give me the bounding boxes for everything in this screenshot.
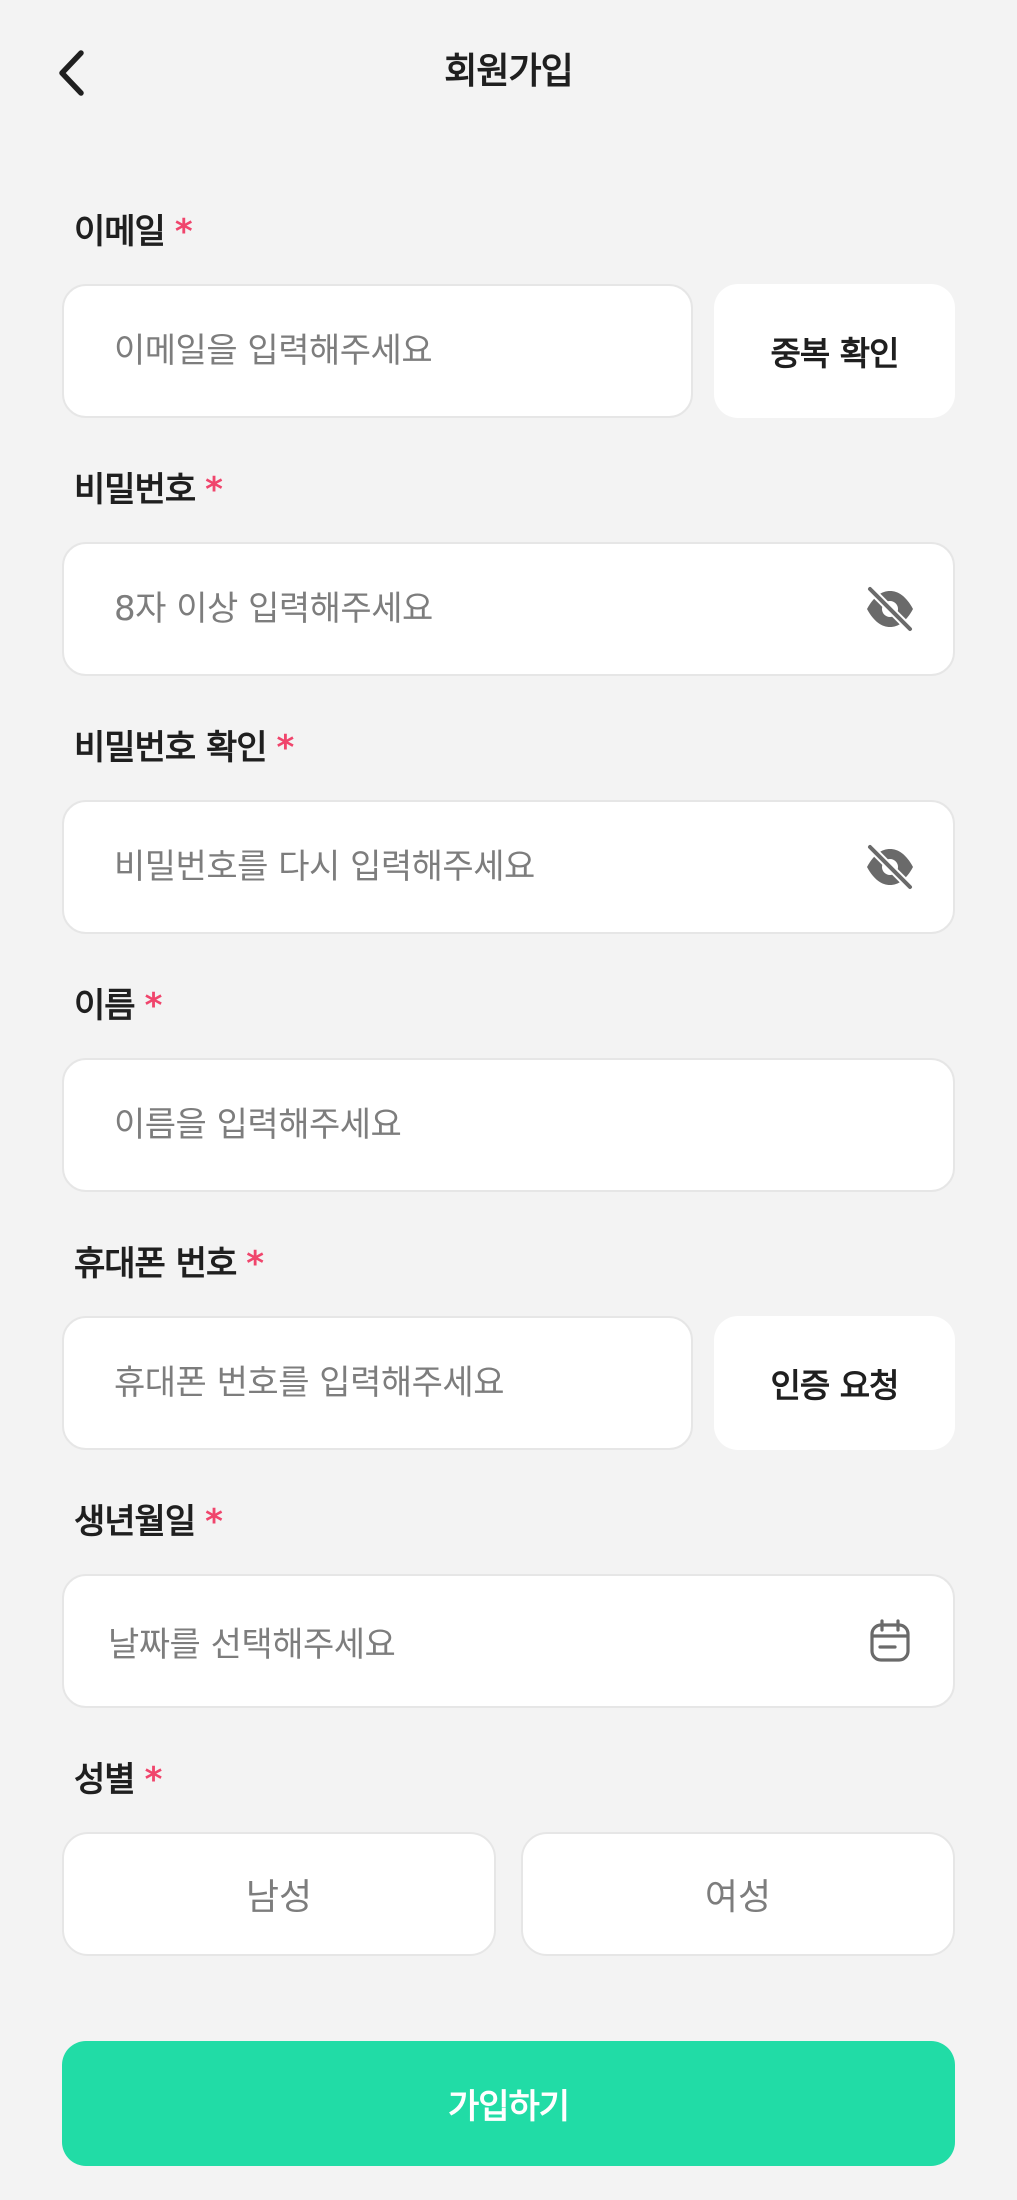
email-label: 이메일 * bbox=[74, 210, 193, 254]
password-confirm-visibility-toggle[interactable] bbox=[862, 839, 918, 895]
password-input[interactable] bbox=[62, 542, 955, 676]
required-mark: * bbox=[276, 728, 295, 768]
phone-input[interactable] bbox=[62, 1316, 693, 1450]
password-confirm-input[interactable] bbox=[62, 800, 955, 934]
top-bar: 회원가입 bbox=[0, 0, 1017, 150]
eye-off-icon bbox=[866, 586, 914, 632]
required-mark: * bbox=[246, 1244, 264, 1284]
phone-label: 휴대폰 번호 * bbox=[74, 1242, 264, 1286]
signup-submit-button[interactable]: 가입하기 bbox=[62, 2041, 955, 2166]
email-label-text: 이메일 bbox=[74, 212, 166, 252]
gender-label: 성별 * bbox=[74, 1758, 163, 1802]
required-mark: * bbox=[174, 212, 193, 252]
birthdate-placeholder: 날짜를 선택해주세요 bbox=[108, 1624, 396, 1665]
calendar-icon bbox=[870, 1619, 910, 1662]
signup-screen: 회원가입 이메일* 중복 확인 비밀번호* 비밀번호 확인* 이름* 휴대폰 번… bbox=[0, 0, 1017, 2200]
phone-verification-request-button[interactable]: 인증 요청 bbox=[714, 1316, 955, 1450]
phone-label-text: 휴대폰 번호 bbox=[74, 1244, 237, 1284]
required-mark: * bbox=[144, 1760, 163, 1800]
password-label: 비밀번호 * bbox=[74, 468, 223, 512]
page-title: 회원가입 bbox=[444, 51, 573, 92]
calendar-button[interactable] bbox=[862, 1613, 918, 1669]
name-input[interactable] bbox=[62, 1058, 955, 1192]
password-visibility-toggle[interactable] bbox=[862, 581, 918, 637]
password-confirm-label-text: 비밀번호 확인 bbox=[74, 728, 268, 768]
eye-off-icon bbox=[866, 844, 914, 890]
name-label: 이름 * bbox=[74, 984, 163, 1028]
gender-option-female[interactable]: 여성 bbox=[521, 1832, 955, 1956]
required-mark: * bbox=[144, 986, 163, 1026]
required-mark: * bbox=[205, 470, 223, 510]
email-input[interactable] bbox=[62, 284, 693, 418]
gender-label-text: 성별 bbox=[74, 1760, 136, 1800]
name-label-text: 이름 bbox=[74, 986, 136, 1026]
email-duplicate-check-button[interactable]: 중복 확인 bbox=[714, 284, 955, 418]
birthdate-picker[interactable]: 날짜를 선택해주세요 bbox=[62, 1574, 955, 1708]
birthdate-label: 생년월일 * bbox=[74, 1500, 223, 1544]
required-mark: * bbox=[205, 1502, 223, 1542]
password-confirm-label: 비밀번호 확인 * bbox=[74, 726, 295, 770]
password-label-text: 비밀번호 bbox=[74, 470, 196, 510]
gender-option-male[interactable]: 남성 bbox=[62, 1832, 496, 1956]
birthdate-label-text: 생년월일 bbox=[74, 1502, 196, 1542]
